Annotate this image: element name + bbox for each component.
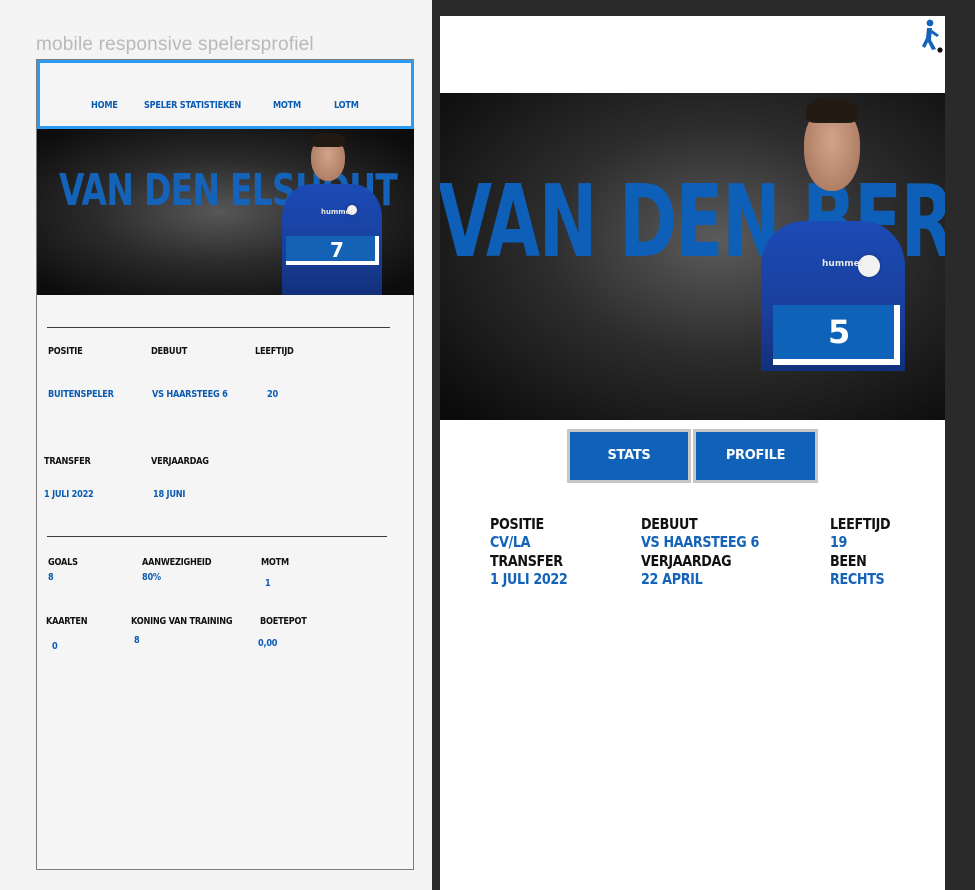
info-value-leeftijd: 20 bbox=[267, 389, 278, 400]
stat-value-kaarten: 0 bbox=[52, 641, 58, 652]
info-value-transfer: 1 JULI 2022 bbox=[44, 489, 94, 500]
nav-speler-statistieken[interactable]: SPELER STATISTIEKEN bbox=[144, 100, 241, 111]
profile-button[interactable]: PROFILE bbox=[693, 429, 818, 483]
stat-label-kaarten: KAARTEN bbox=[46, 616, 88, 627]
divider bbox=[47, 327, 390, 328]
nav-motm[interactable]: MOTM bbox=[273, 100, 301, 111]
mockup-title: mobile responsive spelersprofiel bbox=[36, 34, 314, 55]
divider bbox=[47, 536, 387, 537]
mobile-frame: HOME SPELER STATISTIEKEN MOTM LOTM VAN D… bbox=[36, 59, 414, 870]
stat-value-boetepot: 0,00 bbox=[258, 638, 278, 649]
stat-value-motm: 1 bbox=[265, 578, 271, 589]
stat-value-aanwezigheid: 80% bbox=[142, 572, 161, 583]
brand-label: hummel bbox=[822, 259, 863, 269]
info-value-leeftijd: 19 bbox=[830, 533, 848, 551]
shirt-number: 7 bbox=[330, 238, 344, 262]
nav-home[interactable]: HOME bbox=[91, 100, 118, 111]
info-value-verjaardag: 22 APRIL bbox=[641, 570, 703, 588]
info-label-verjaardag: VERJAARDAG bbox=[151, 456, 209, 467]
running-person-logo-icon[interactable] bbox=[920, 16, 944, 56]
info-value-verjaardag: 18 JUNI bbox=[153, 489, 186, 500]
left-mockup-panel: mobile responsive spelersprofiel HOME SP… bbox=[0, 0, 432, 890]
info-value-debuut: VS HAARSTEEG 6 bbox=[152, 389, 228, 400]
info-label-debuut: DEBUUT bbox=[641, 515, 698, 533]
info-value-been: RECHTS bbox=[830, 570, 885, 588]
mobile-navbar: HOME SPELER STATISTIEKEN MOTM LOTM bbox=[37, 60, 414, 129]
stat-label-boetepot: BOETEPOT bbox=[260, 616, 307, 627]
info-value-transfer: 1 JULI 2022 bbox=[490, 570, 568, 588]
nav-lotm[interactable]: LOTM bbox=[334, 100, 359, 111]
stats-button[interactable]: STATS bbox=[567, 429, 691, 483]
info-label-positie: POSITIE bbox=[48, 346, 83, 357]
info-label-verjaardag: VERJAARDAG bbox=[641, 552, 732, 570]
stat-label-koning-van-training: KONING VAN TRAINING bbox=[131, 616, 233, 627]
shirt-number-box: 5 bbox=[773, 305, 900, 365]
stat-label-aanwezigheid: AANWEZIGHEID bbox=[142, 557, 212, 568]
info-label-transfer: TRANSFER bbox=[490, 552, 563, 570]
info-label-transfer: TRANSFER bbox=[44, 456, 91, 467]
info-label-debuut: DEBUUT bbox=[151, 346, 188, 357]
brand-label: hummel bbox=[321, 208, 353, 216]
stat-label-motm: MOTM bbox=[261, 557, 289, 568]
shirt-number-box: 7 bbox=[286, 236, 379, 265]
info-label-positie: POSITIE bbox=[490, 515, 544, 533]
player-photo: hummel bbox=[758, 93, 908, 420]
info-label-been: BEEN bbox=[830, 552, 867, 570]
info-value-positie: CV/LA bbox=[490, 533, 531, 551]
stat-value-koning-van-training: 8 bbox=[134, 635, 140, 646]
stat-value-goals: 8 bbox=[48, 572, 54, 583]
player-photo: hummel bbox=[277, 129, 387, 295]
info-value-positie: BUITENSPELER bbox=[48, 389, 114, 400]
info-label-leeftijd: LEEFTIJD bbox=[830, 515, 891, 533]
player-hero-banner: VAN DEN BERK hummel 5 bbox=[440, 93, 945, 420]
info-value-debuut: VS HAARSTEEG 6 bbox=[641, 533, 760, 551]
shirt-number: 5 bbox=[828, 313, 851, 351]
info-label-leeftijd: LEEFTIJD bbox=[255, 346, 294, 357]
player-hero-banner: VAN DEN ELSHOUT hummel 7 bbox=[37, 129, 414, 295]
stat-label-goals: GOALS bbox=[48, 557, 78, 568]
right-mockup-panel: VAN DEN BERK hummel 5 STATS PROFILE POSI… bbox=[440, 16, 945, 890]
